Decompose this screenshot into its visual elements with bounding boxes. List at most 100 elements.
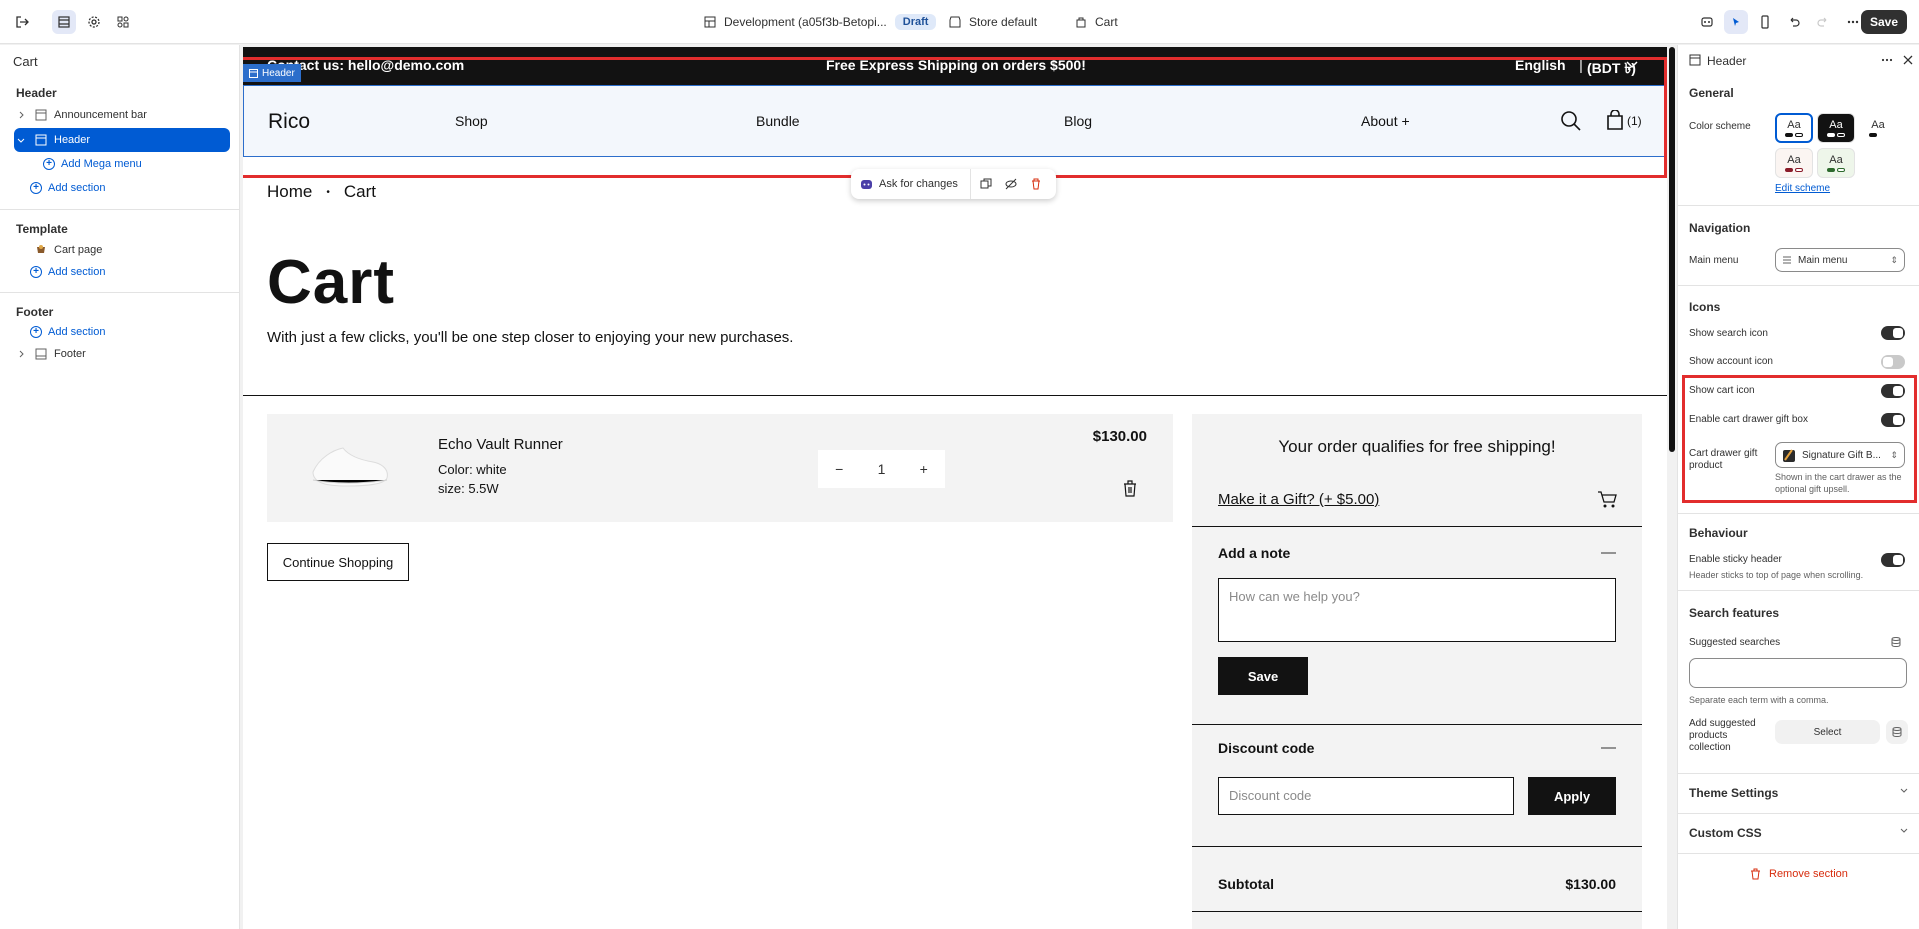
- add-section-label: Add section: [48, 182, 106, 194]
- store-selector[interactable]: Store default: [949, 0, 1037, 44]
- theme-settings-label: Theme Settings: [1689, 786, 1779, 800]
- chevron-down-icon[interactable]: [14, 136, 28, 144]
- chevron-right-icon[interactable]: [14, 111, 28, 119]
- gift-wrap-link[interactable]: Make it a Gift? (+ $5.00): [1218, 491, 1379, 508]
- note-textarea[interactable]: How can we help you?: [1218, 578, 1616, 642]
- page-title: Cart: [267, 248, 396, 317]
- color-scheme-swatch-5[interactable]: Aa: [1817, 148, 1855, 178]
- hide-eye-icon[interactable]: [1005, 178, 1017, 190]
- divider: [1192, 911, 1642, 912]
- sidebar-item-footer[interactable]: Footer: [14, 342, 230, 366]
- page-selector[interactable]: Cart: [1075, 0, 1118, 44]
- quantity-value[interactable]: 1: [878, 461, 886, 477]
- show-search-icon-toggle[interactable]: [1881, 326, 1905, 340]
- color-scheme-swatch-4[interactable]: Aa: [1775, 148, 1813, 178]
- discount-code-input[interactable]: Discount code: [1218, 777, 1514, 815]
- panel-title: Header: [1707, 54, 1747, 68]
- product-name[interactable]: Echo Vault Runner: [438, 436, 563, 453]
- discount-code-toggle[interactable]: Discount code: [1218, 740, 1314, 756]
- top-bar: Development (a05f3b-Betopi... Draft Stor…: [0, 0, 1919, 44]
- show-account-icon-toggle[interactable]: [1881, 355, 1905, 369]
- divider: [0, 292, 240, 293]
- settings-gear-icon[interactable]: [82, 10, 106, 34]
- divider: [969, 169, 971, 199]
- delete-trash-icon[interactable]: [1030, 178, 1042, 190]
- add-note-toggle[interactable]: Add a note: [1218, 545, 1290, 561]
- navigation-heading: Navigation: [1689, 221, 1751, 235]
- color-scheme-swatch-1[interactable]: Aa: [1775, 113, 1813, 143]
- cart-add-icon[interactable]: [1597, 491, 1617, 509]
- preview-scrollbar[interactable]: [1669, 47, 1675, 452]
- add-section-header-button[interactable]: + Add section: [30, 182, 105, 194]
- highlight-box-header: [243, 57, 1667, 178]
- color-scheme-label: Color scheme: [1689, 121, 1751, 132]
- highlight-box-cart-settings: [1682, 375, 1917, 503]
- sticky-header-toggle[interactable]: [1881, 553, 1905, 567]
- save-button[interactable]: Save: [1860, 10, 1907, 34]
- add-section-footer-button[interactable]: + Add section: [30, 326, 105, 338]
- footer-group-label: Footer: [16, 305, 54, 319]
- dynamic-source-icon[interactable]: [1886, 720, 1908, 744]
- store-label: Store default: [969, 15, 1038, 29]
- add-mega-menu-button[interactable]: + Add Mega menu: [43, 158, 142, 170]
- divider: [1678, 813, 1919, 814]
- undo-icon[interactable]: [1782, 10, 1806, 34]
- plus-icon[interactable]: +: [920, 461, 928, 477]
- remove-section-button[interactable]: Remove section: [1750, 868, 1848, 880]
- exit-icon[interactable]: [10, 10, 34, 34]
- minus-icon[interactable]: −: [835, 461, 843, 477]
- chevron-right-icon[interactable]: [14, 350, 28, 358]
- swatch-text: Aa: [1829, 119, 1843, 131]
- divider: [1678, 773, 1919, 774]
- sidebar-item-announcement-bar[interactable]: Announcement bar: [14, 103, 230, 127]
- dynamic-source-icon[interactable]: [1890, 636, 1902, 648]
- storefront-preview: Contact us: hello@demo.com Free Express …: [243, 47, 1667, 929]
- more-icon[interactable]: [1880, 53, 1894, 67]
- main-menu-label: Main menu: [1689, 255, 1739, 266]
- icons-heading: Icons: [1689, 300, 1721, 314]
- collapse-minus-icon[interactable]: —: [1601, 739, 1616, 756]
- sidebar-item-label: Header: [54, 134, 91, 146]
- sections-icon[interactable]: [52, 10, 76, 34]
- divider: [1678, 853, 1919, 854]
- apps-icon[interactable]: [111, 10, 135, 34]
- duplicate-icon[interactable]: [980, 178, 992, 190]
- color-scheme-swatch-3[interactable]: Aa: [1859, 113, 1897, 143]
- theme-selector[interactable]: Development (a05f3b-Betopi... Draft: [704, 0, 937, 44]
- select-cursor-icon[interactable]: [1724, 10, 1748, 34]
- edit-scheme-link[interactable]: Edit scheme: [1775, 183, 1830, 194]
- custom-css-accordion[interactable]: Custom CSS: [1689, 826, 1909, 840]
- theme-settings-accordion[interactable]: Theme Settings: [1689, 786, 1909, 800]
- divider: [1192, 846, 1642, 847]
- color-scheme-swatch-2[interactable]: Aa: [1817, 113, 1855, 143]
- redo-icon[interactable]: [1811, 10, 1835, 34]
- header-group-label: Header: [16, 86, 57, 100]
- close-icon[interactable]: [1901, 53, 1915, 67]
- add-section-label: Add section: [48, 326, 106, 338]
- apply-discount-button[interactable]: Apply: [1528, 777, 1616, 815]
- select-collection-button[interactable]: Select: [1775, 720, 1880, 744]
- suggested-searches-input[interactable]: [1689, 658, 1907, 688]
- breadcrumb-home[interactable]: Home: [267, 182, 312, 202]
- swatch-text: Aa: [1871, 119, 1885, 131]
- chevron-down-icon: [1899, 826, 1909, 840]
- ask-for-changes-button[interactable]: Ask for changes: [879, 178, 958, 190]
- inspector-icon[interactable]: [1695, 10, 1719, 34]
- product-image[interactable]: [307, 442, 393, 492]
- sidebar-item-header[interactable]: Header: [14, 128, 230, 152]
- behaviour-heading: Behaviour: [1689, 526, 1748, 540]
- menu-list-icon: [1783, 256, 1791, 264]
- swatch-text: Aa: [1787, 154, 1801, 166]
- quantity-stepper: − 1 +: [818, 450, 945, 488]
- select-chevron-icon: ⇕: [1890, 254, 1898, 265]
- note-save-button[interactable]: Save: [1218, 657, 1308, 695]
- add-section-template-button[interactable]: + Add section: [30, 266, 105, 278]
- remove-item-trash-icon[interactable]: [1123, 480, 1137, 497]
- collapse-minus-icon[interactable]: —: [1601, 544, 1616, 561]
- continue-shopping-button[interactable]: Continue Shopping: [267, 543, 409, 581]
- suggested-searches-label: Suggested searches: [1689, 637, 1781, 648]
- mobile-preview-icon[interactable]: [1753, 10, 1777, 34]
- product-price: $130.00: [1092, 428, 1147, 445]
- sidebar-item-cart-page[interactable]: Cart page: [14, 238, 230, 262]
- main-menu-select[interactable]: Main menu ⇕: [1775, 248, 1905, 272]
